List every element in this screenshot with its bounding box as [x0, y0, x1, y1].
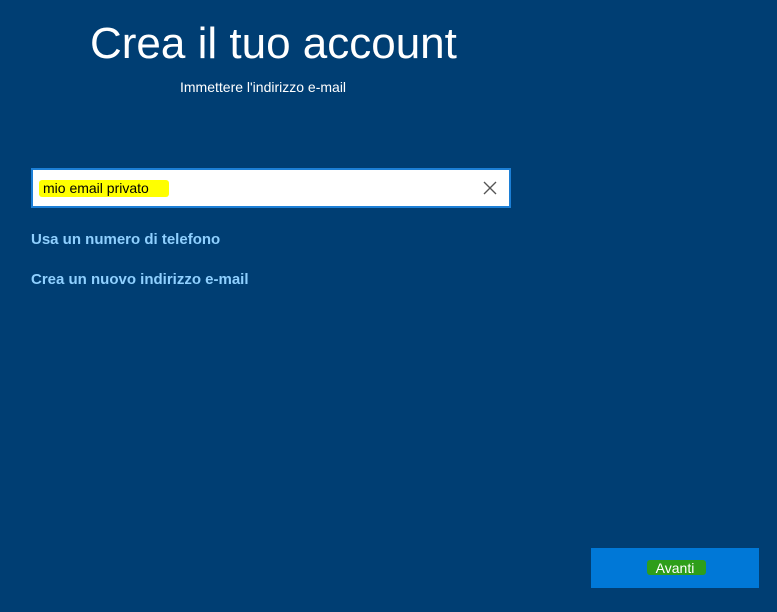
create-new-email-link[interactable]: Crea un nuovo indirizzo e-mail: [31, 271, 249, 288]
close-icon[interactable]: [481, 179, 499, 197]
page-title: Crea il tuo account: [90, 19, 457, 68]
email-input[interactable]: [39, 176, 467, 200]
page-subtitle: Immettere l'indirizzo e-mail: [180, 79, 347, 95]
next-button[interactable]: Avanti: [591, 548, 759, 588]
email-field-container: [31, 168, 511, 208]
use-phone-number-link[interactable]: Usa un numero di telefono: [31, 231, 220, 248]
next-button-label: Avanti: [655, 560, 695, 576]
